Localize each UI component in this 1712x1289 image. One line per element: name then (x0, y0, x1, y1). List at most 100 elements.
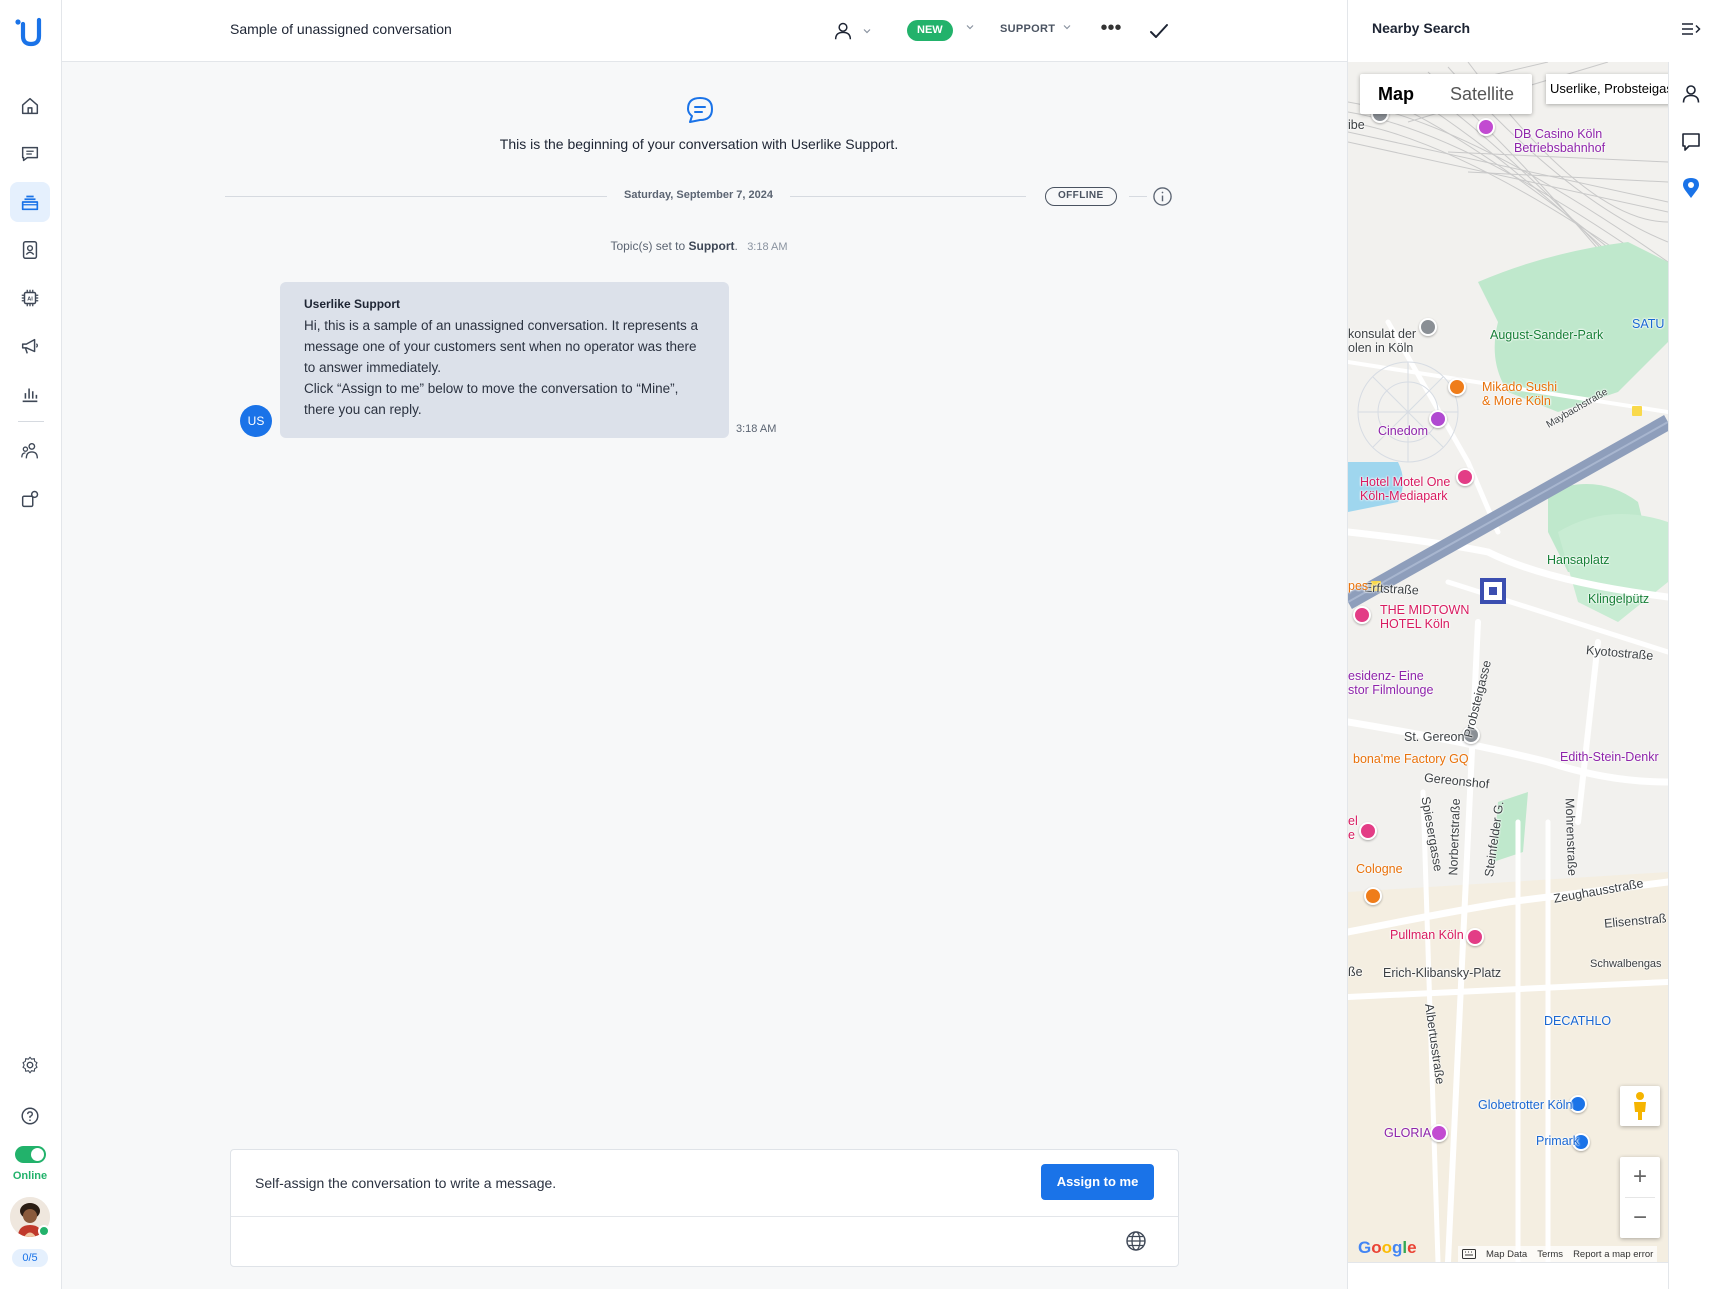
nav-home[interactable] (10, 86, 50, 126)
map-label: Schwalbengas (1590, 958, 1662, 970)
message-bubble: Userlike Support Hi, this is a sample of… (280, 282, 729, 438)
online-status-label: Online (12, 1170, 48, 1182)
map-type-satellite[interactable]: Satellite (1432, 74, 1532, 114)
map-poi-marker[interactable] (1419, 318, 1437, 336)
map-label: Klingelpütz (1588, 592, 1650, 606)
user-icon (834, 22, 852, 40)
assign-to-me-button[interactable]: Assign to me (1041, 1164, 1154, 1200)
map-poi-marker[interactable] (1364, 887, 1382, 905)
help-icon (21, 1107, 39, 1125)
home-icon (21, 97, 39, 115)
topic-event-time: 3:18 AM (747, 241, 788, 253)
ai-chip-icon: AI (21, 289, 39, 307)
settings-icon (22, 1056, 38, 1074)
map-terms-link[interactable]: Terms (1537, 1249, 1563, 1260)
conversations-icon (21, 146, 39, 162)
map-place-card[interactable]: Userlike, Probsteigasse (1546, 74, 1668, 104)
report-map-error-link[interactable]: Report a map error (1573, 1249, 1653, 1260)
right-panel-footer-line (1347, 1262, 1668, 1263)
analytics-icon (22, 388, 38, 403)
offline-badge: OFFLINE (1045, 187, 1117, 206)
map-label: August-Sander-Park (1490, 328, 1604, 342)
megaphone-icon (21, 338, 38, 354)
globe-icon[interactable] (1125, 1230, 1147, 1252)
message-sender: Userlike Support (304, 297, 401, 311)
status-badge[interactable]: NEW (907, 20, 953, 41)
sidebar-divider (18, 421, 44, 422)
nav-conversations[interactable] (10, 134, 50, 174)
map-label: Erftstraße (1363, 580, 1420, 598)
message-text: Hi, this is a sample of an unassigned co… (304, 318, 698, 417)
chevron-down-icon[interactable] (965, 22, 975, 32)
chevron-down-icon (863, 29, 871, 34)
nav-campaigns[interactable] (10, 326, 50, 366)
street-view-pegman[interactable] (1620, 1086, 1660, 1126)
map-poi-marker[interactable] (1477, 118, 1495, 136)
map-label: bona'me Factory GQ (1353, 752, 1469, 766)
map-poi-marker[interactable] (1429, 410, 1447, 428)
map-label: Norbertstraße (1446, 798, 1463, 876)
topic-dropdown[interactable]: SUPPORT (1000, 22, 1072, 35)
more-options-button[interactable]: ••• (1096, 16, 1126, 46)
online-indicator-dot (38, 1225, 50, 1237)
nav-inbox[interactable] (10, 182, 50, 222)
map-base (1348, 62, 1668, 1262)
map-poi-marker[interactable] (1456, 468, 1474, 486)
nav-contacts[interactable] (10, 230, 50, 270)
map-label: Erich-Klibansky-Platz (1383, 966, 1502, 980)
map-label: konsulat der olen in Köln (1348, 327, 1417, 355)
map-poi-marker[interactable] (1359, 822, 1377, 840)
nearby-map[interactable]: ibe DB Casino Köln Betriebsbahnhof konsu… (1348, 62, 1668, 1262)
map-label: ße (1348, 965, 1363, 979)
resolve-check-icon[interactable] (1143, 15, 1175, 47)
topic-event: Topic(s) set to Support. 3:18 AM (62, 239, 1336, 253)
chevron-down-icon (1063, 25, 1071, 30)
topic-event-suffix: . (734, 239, 738, 253)
collapse-panel-icon[interactable] (1680, 20, 1702, 38)
map-label: Globetrotter Köln (1478, 1098, 1573, 1112)
conversation-title: Sample of unassigned conversation (230, 21, 452, 37)
inbox-stack-icon (21, 195, 39, 211)
keyboard-icon[interactable] (1462, 1249, 1476, 1259)
date-divider-line (225, 196, 607, 197)
nav-settings[interactable] (10, 1045, 50, 1085)
main-sidebar: AI Online 0/5 (0, 0, 62, 1289)
map-label: DB Casino Köln Betriebsbahnhof (1514, 127, 1606, 155)
contacts-icon (22, 241, 38, 259)
map-type-map[interactable]: Map (1360, 74, 1432, 114)
date-divider-line (790, 196, 1026, 197)
map-pin-icon[interactable] (1679, 176, 1703, 200)
nav-ai[interactable]: AI (10, 278, 50, 318)
zoom-out-button[interactable]: − (1620, 1198, 1660, 1238)
nav-team[interactable] (10, 431, 50, 471)
map-label: Cologne (1356, 862, 1403, 876)
nav-help[interactable] (10, 1096, 50, 1136)
notes-chat-icon[interactable] (1679, 130, 1703, 154)
map-data-link[interactable]: Map Data (1486, 1249, 1527, 1260)
map-label: ibe (1348, 118, 1365, 132)
map-label: pes (1348, 579, 1369, 593)
map-label: SATU (1632, 317, 1665, 331)
right-panel-tabs (1668, 62, 1712, 1289)
userlike-logo-icon[interactable] (12, 14, 48, 50)
map-label: el e (1348, 814, 1358, 842)
date-separator: Saturday, September 7, 2024 (624, 189, 773, 201)
map-label: THE MIDTOWN HOTEL Köln (1380, 603, 1470, 631)
map-label: Mohrenstraße (1562, 797, 1580, 877)
nav-analytics[interactable] (10, 374, 50, 414)
map-poi-marker[interactable] (1466, 928, 1484, 946)
contact-info-icon[interactable] (1679, 82, 1703, 106)
map-zoom-control: + − (1620, 1157, 1660, 1238)
map-poi-marker[interactable] (1448, 378, 1466, 396)
info-icon[interactable] (1152, 186, 1173, 207)
team-icon (21, 442, 39, 459)
online-status-toggle[interactable] (15, 1146, 46, 1163)
assignee-dropdown[interactable] (832, 16, 890, 46)
map-label: esidenz- Eine stor Filmlounge (1348, 669, 1434, 697)
topic-event-prefix: Topic(s) set to (610, 239, 686, 253)
map-poi-marker[interactable] (1430, 1124, 1448, 1142)
map-poi-marker[interactable] (1353, 606, 1371, 624)
map-label: Hotel Motel One Köln-Mediapark (1360, 475, 1451, 503)
nav-integrations[interactable] (10, 479, 50, 519)
zoom-in-button[interactable]: + (1620, 1157, 1660, 1197)
